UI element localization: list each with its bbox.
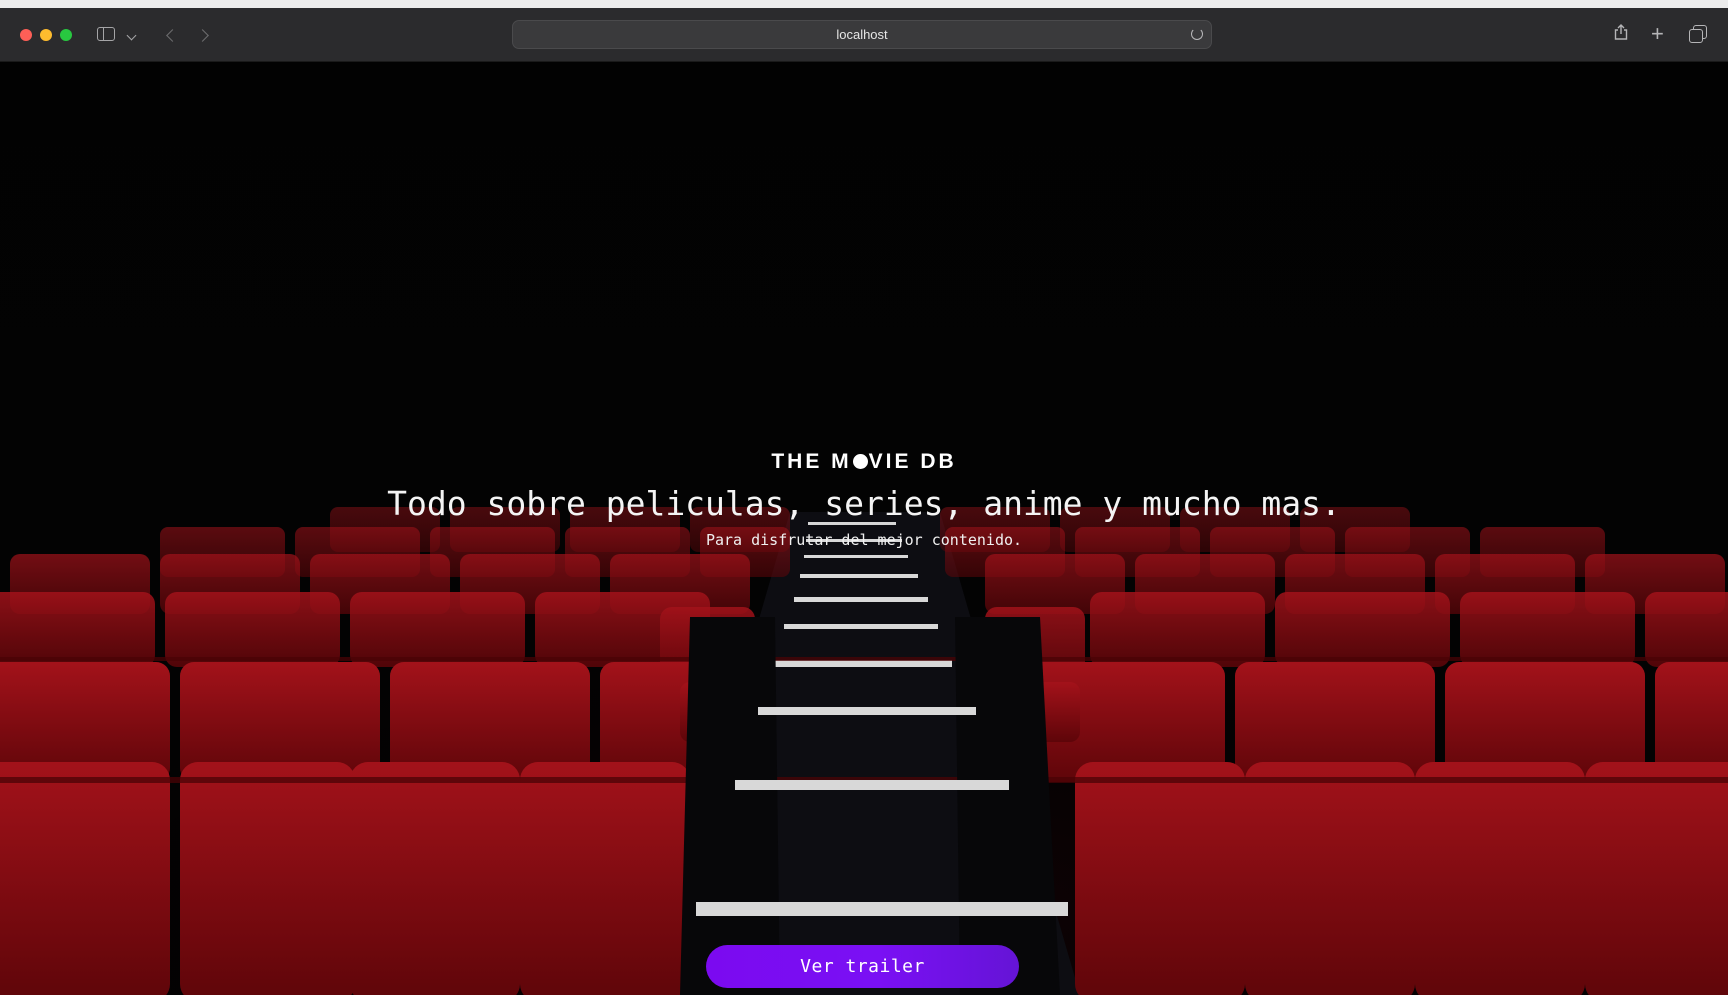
share-icon[interactable] (1614, 24, 1628, 40)
back-icon[interactable] (166, 29, 179, 42)
minimize-window-button[interactable] (40, 29, 52, 41)
hero-tagline: Todo sobre peliculas, series, anime y mu… (387, 484, 1341, 523)
page-viewport: THE M VIE DB Todo sobre peliculas, series… (0, 62, 1728, 995)
browser-window: localhost + THE M VIE DB Todo sobre peli… (0, 8, 1728, 995)
address-bar[interactable]: localhost (512, 20, 1212, 49)
sidebar-icon[interactable] (97, 27, 115, 41)
browser-toolbar: localhost + (0, 8, 1728, 62)
zoom-window-button[interactable] (60, 29, 72, 41)
logo-dot-icon (852, 454, 868, 469)
brand-text-right: VIE DB (868, 450, 957, 473)
brand-text-left: THE M (771, 450, 852, 473)
tabs-icon[interactable] (1689, 25, 1707, 43)
plus-icon[interactable]: + (1651, 23, 1664, 45)
watch-trailer-button[interactable]: Ver trailer (706, 945, 1019, 988)
brand-logo: THE M VIE DB (0, 448, 1728, 476)
reload-icon[interactable] (1191, 28, 1203, 40)
address-text: localhost (836, 27, 888, 42)
hero-content: THE M VIE DB Todo sobre peliculas, series… (0, 448, 1728, 550)
hero-subtitle: Para disfrutar del mejor contenido. (705, 531, 1023, 549)
close-window-button[interactable] (20, 29, 32, 41)
chevron-down-icon[interactable] (126, 30, 137, 41)
forward-icon[interactable] (196, 29, 209, 42)
